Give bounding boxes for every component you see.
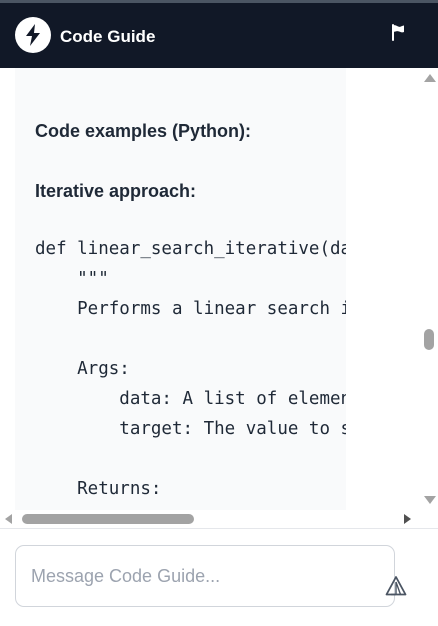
horizontal-scroll-thumb[interactable] [22, 514, 194, 524]
code-line: Args: [35, 359, 130, 379]
code-line: data: A list of elements to [119, 389, 346, 409]
chat-area: Code examples (Python): Iterative approa… [0, 68, 438, 510]
scroll-left-arrow-icon[interactable] [5, 514, 12, 524]
app-logo [15, 17, 51, 53]
flag-icon [392, 24, 404, 41]
bolt-icon [26, 24, 40, 46]
vertical-scrollbar[interactable] [420, 68, 438, 510]
send-button[interactable] [384, 574, 408, 598]
message-input[interactable] [31, 563, 351, 589]
composer-area [0, 528, 438, 626]
code-line: def linear_search_iterative(data, t [35, 239, 346, 259]
message-input-box [15, 545, 407, 607]
scroll-up-arrow-icon[interactable] [424, 74, 436, 82]
code-line: """ [35, 269, 109, 289]
code-line: Performs a linear search iterat [77, 299, 346, 319]
send-icon [385, 576, 407, 596]
report-flag-button[interactable] [388, 21, 410, 43]
iterative-approach-heading: Iterative approach: [35, 181, 197, 201]
message-gutter [346, 68, 420, 510]
scroll-down-arrow-icon[interactable] [424, 496, 436, 504]
app-title: Code Guide [60, 27, 156, 46]
code-line: Returns: [35, 479, 162, 499]
vertical-scroll-thumb[interactable] [424, 329, 434, 350]
code-block: def linear_search_iterative(data, t """ … [35, 234, 346, 504]
app-header: Code Guide [0, 3, 438, 68]
assistant-message: Code examples (Python): Iterative approa… [15, 68, 346, 510]
scroll-right-arrow-icon[interactable] [404, 514, 411, 524]
code-guide-app: Code Guide Code examples (Python): Itera… [0, 0, 438, 626]
code-line: target: The value to search [119, 419, 346, 439]
horizontal-scrollbar[interactable] [0, 510, 438, 528]
code-examples-heading: Code examples (Python): [35, 121, 252, 141]
